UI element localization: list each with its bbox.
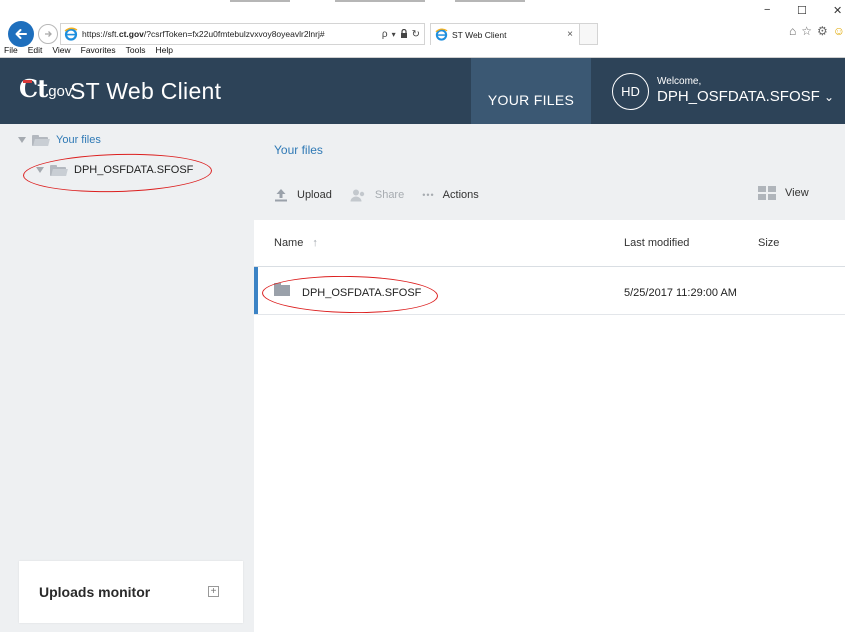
gear-icon[interactable]: ⚙ xyxy=(817,24,828,38)
uploads-monitor-label: Uploads monitor xyxy=(39,584,151,600)
welcome-block: Welcome, DPH_OSFDATA.SFOSF ⌄ xyxy=(657,76,834,107)
lock-icon[interactable] xyxy=(400,28,408,40)
new-tab-button[interactable] xyxy=(580,23,598,45)
url-text[interactable]: https://sft.ct.gov/?csrfToken=fx22u0fmte… xyxy=(82,29,382,39)
ie-logo-icon xyxy=(64,27,78,41)
smiley-icon[interactable]: ☺ xyxy=(833,24,845,38)
back-button[interactable] xyxy=(8,21,34,47)
menu-tools[interactable]: Tools xyxy=(126,45,146,55)
sort-arrow-icon: ↑ xyxy=(312,237,318,249)
upload-icon xyxy=(275,189,287,202)
browser-tool-icons: ⌂ ☆ ⚙ ☺ xyxy=(789,24,845,38)
main-panel: Your files Upload Share ••• Actions View xyxy=(254,124,845,632)
app-header: Ct gov ST Web Client YOUR FILES HD Welcom… xyxy=(0,58,845,124)
selection-bar xyxy=(254,267,258,315)
file-modified: 5/25/2017 11:29:00 AM xyxy=(624,287,737,299)
forward-arrow-icon xyxy=(45,31,52,37)
menu-bar: File Edit View Favorites Tools Help xyxy=(4,45,173,55)
nav-tab-your-files[interactable]: YOUR FILES xyxy=(471,58,591,124)
expand-triangle-icon[interactable] xyxy=(18,137,26,143)
folder-open-icon xyxy=(32,134,50,146)
grid-view-icon xyxy=(758,186,776,200)
file-list-empty-area xyxy=(254,314,845,632)
top-strip xyxy=(0,0,845,3)
expand-triangle-icon[interactable] xyxy=(36,167,44,173)
menu-help[interactable]: Help xyxy=(155,45,172,55)
sidebar: Your files DPH_OSFDATA.SFOSF Uploads mon… xyxy=(0,124,254,632)
welcome-label: Welcome, xyxy=(657,76,702,87)
refresh-icon[interactable]: ↻ xyxy=(412,29,420,40)
browser-tab[interactable]: ST Web Client × xyxy=(430,23,580,45)
close-window-button[interactable]: ✕ xyxy=(833,4,842,17)
expand-plus-icon[interactable]: + xyxy=(208,586,219,597)
column-size[interactable]: Size xyxy=(758,237,779,249)
address-bar[interactable]: https://sft.ct.gov/?csrfToken=fx22u0fmte… xyxy=(60,23,425,45)
user-name: DPH_OSFDATA.SFOSF xyxy=(657,88,820,105)
tree-label-dph-osfdata: DPH_OSFDATA.SFOSF xyxy=(74,164,194,176)
menu-edit[interactable]: Edit xyxy=(28,45,43,55)
folder-icon xyxy=(274,283,290,296)
share-icon xyxy=(350,189,365,201)
star-icon[interactable]: ☆ xyxy=(801,24,812,38)
tab-ie-logo-icon xyxy=(435,28,448,41)
file-list-header: Name ↑ Last modified Size xyxy=(254,220,845,266)
column-last-modified[interactable]: Last modified xyxy=(624,237,689,249)
user-menu[interactable]: HD Welcome, DPH_OSFDATA.SFOSF ⌄ xyxy=(612,73,834,110)
dropdown-icon[interactable]: ▾ xyxy=(392,30,396,39)
menu-view[interactable]: View xyxy=(52,45,70,55)
back-arrow-icon xyxy=(15,29,27,39)
tab-close-icon[interactable]: × xyxy=(567,29,573,40)
view-button[interactable]: View xyxy=(758,186,809,200)
file-toolbar: Upload Share ••• Actions xyxy=(274,188,497,202)
tree-item-dph-osfdata[interactable]: DPH_OSFDATA.SFOSF xyxy=(36,164,193,176)
search-icon[interactable]: ρ xyxy=(382,29,388,40)
home-icon[interactable]: ⌂ xyxy=(789,24,796,38)
tree-label-your-files: Your files xyxy=(56,134,101,146)
file-name[interactable]: DPH_OSFDATA.SFOSF xyxy=(302,287,421,299)
main-header: Your files Upload Share ••• Actions View xyxy=(254,124,845,220)
maximize-button[interactable]: ☐ xyxy=(797,4,807,17)
tab-label: ST Web Client xyxy=(452,29,507,40)
breadcrumb[interactable]: Your files xyxy=(274,143,323,157)
menu-file[interactable]: File xyxy=(4,45,18,55)
actions-button[interactable]: ••• Actions xyxy=(422,189,479,201)
more-dots-icon: ••• xyxy=(422,190,435,200)
share-button[interactable]: Share xyxy=(350,189,404,202)
menu-favorites[interactable]: Favorites xyxy=(81,45,116,55)
forward-button[interactable] xyxy=(38,24,58,44)
column-name[interactable]: Name ↑ xyxy=(274,237,318,249)
folder-open-icon xyxy=(50,164,68,176)
table-row[interactable]: DPH_OSFDATA.SFOSF 5/25/2017 11:29:00 AM xyxy=(254,266,845,315)
app-title: ST Web Client xyxy=(70,78,222,104)
chevron-down-icon: ⌄ xyxy=(823,90,835,104)
uploads-monitor[interactable]: Uploads monitor + xyxy=(19,561,243,623)
ct-gov-logo[interactable]: Ct gov xyxy=(19,74,72,103)
avatar: HD xyxy=(612,73,649,110)
upload-button[interactable]: Upload xyxy=(274,188,332,202)
browser-chrome: https://sft.ct.gov/?csrfToken=fx22u0fmte… xyxy=(0,0,845,58)
tree-item-your-files[interactable]: Your files xyxy=(18,134,101,146)
minimize-button[interactable]: − xyxy=(764,4,770,16)
